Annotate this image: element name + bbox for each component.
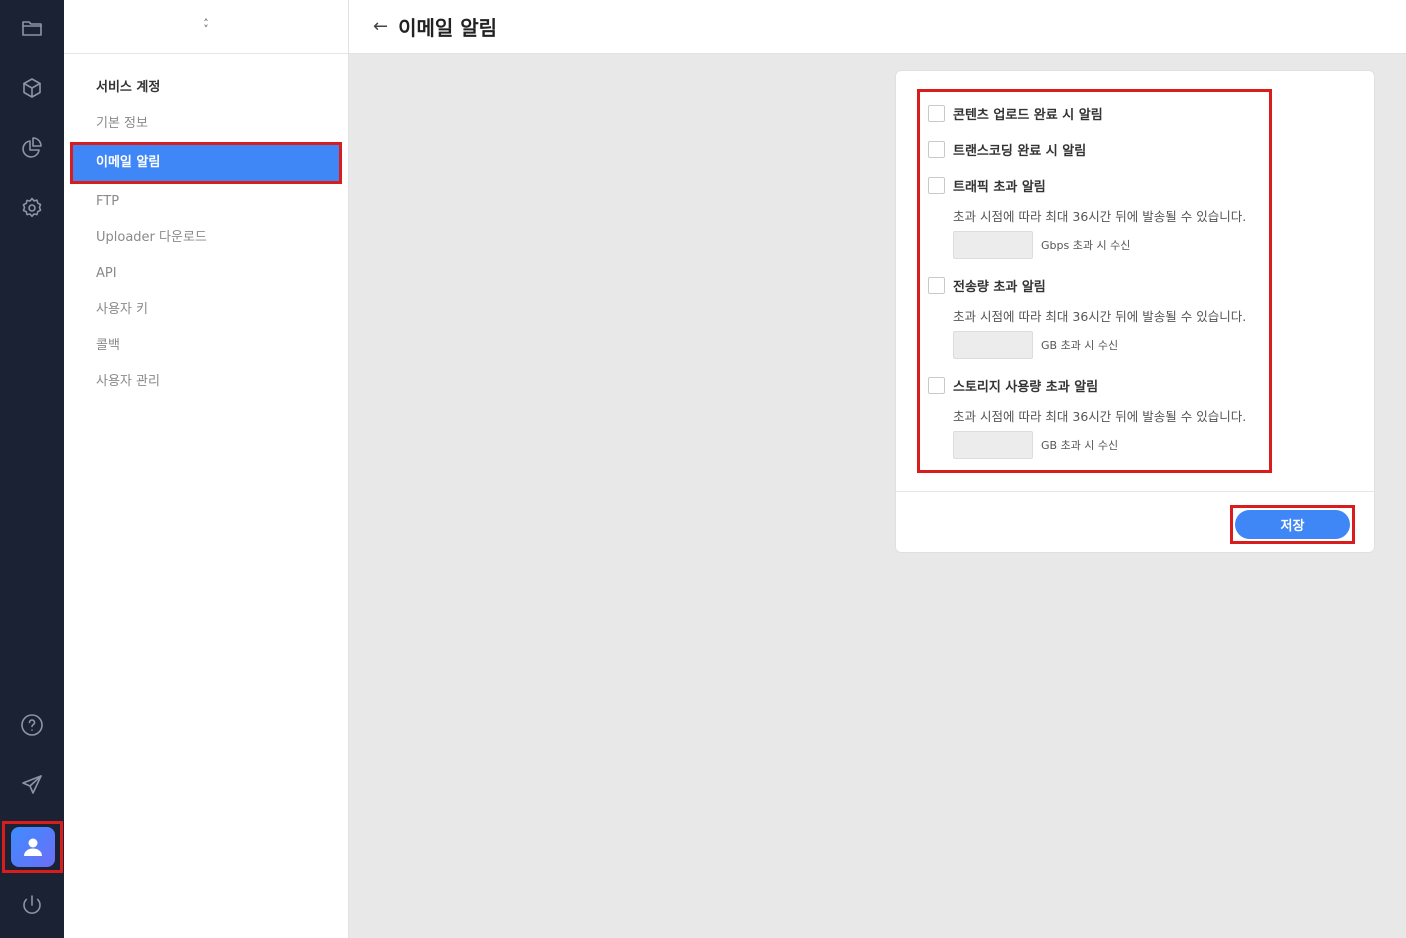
gear-icon[interactable] (12, 188, 52, 228)
transfer-unit-label: GB 초과 시 수신 (1041, 339, 1119, 352)
upload-complete-checkbox[interactable] (928, 105, 945, 122)
transfer-checkbox[interactable] (928, 277, 945, 294)
traffic-threshold-input[interactable] (953, 231, 1033, 259)
transfer-threshold: GB 초과 시 수신 (953, 331, 1118, 359)
nav-item-api[interactable]: API (64, 256, 348, 292)
save-button[interactable]: 저장 (1235, 510, 1350, 539)
transfer-description: 초과 시점에 따라 최대 36시간 뒤에 발송될 수 있습니다. (953, 309, 1247, 324)
cube-icon[interactable] (12, 68, 52, 108)
nav-item-basic-info[interactable]: 기본 정보 (64, 106, 348, 142)
storage-threshold: GB 초과 시 수신 (953, 431, 1118, 459)
account-switcher[interactable]: ˄ ˅ (64, 0, 348, 54)
user-avatar-icon (10, 827, 55, 867)
option-transcoding-complete: 트랜스코딩 완료 시 알림 (928, 140, 1086, 159)
traffic-label: 트래픽 초과 알림 (953, 180, 1046, 195)
nav-item-ftp[interactable]: FTP (64, 184, 348, 220)
option-storage: 스토리지 사용량 초과 알림 (928, 376, 1098, 395)
arrow-left-icon[interactable]: ← (373, 16, 388, 37)
settings-nav: 서비스 계정 기본 정보 이메일 알림 FTP Uploader 다운로드 AP… (64, 54, 348, 400)
card-divider (896, 491, 1374, 492)
traffic-threshold: Gbps 초과 시 수신 (953, 231, 1130, 259)
storage-label: 스토리지 사용량 초과 알림 (953, 380, 1099, 395)
option-transfer: 전송량 초과 알림 (928, 276, 1046, 295)
nav-item-user-key[interactable]: 사용자 키 (64, 292, 348, 328)
nav-item-uploader-download[interactable]: Uploader 다운로드 (64, 220, 348, 256)
save-button-wrapper: 저장 (1230, 505, 1355, 544)
storage-unit-label: GB 초과 시 수신 (1041, 439, 1119, 452)
upload-complete-label: 콘텐츠 업로드 완료 시 알림 (953, 108, 1103, 123)
storage-description: 초과 시점에 따라 최대 36시간 뒤에 발송될 수 있습니다. (953, 409, 1247, 424)
chevron-updown-icon[interactable]: ˄ ˅ (203, 18, 209, 35)
transfer-threshold-input[interactable] (953, 331, 1033, 359)
settings-sidebar: ˄ ˅ 서비스 계정 기본 정보 이메일 알림 FTP Uploader 다운로드… (64, 0, 349, 938)
pie-chart-icon[interactable] (12, 128, 52, 168)
storage-threshold-input[interactable] (953, 431, 1033, 459)
profile-button[interactable] (2, 821, 63, 873)
power-icon[interactable] (12, 885, 52, 925)
nav-item-user-management[interactable]: 사용자 관리 (64, 364, 348, 400)
nav-item-email-alerts[interactable]: 이메일 알림 (70, 142, 342, 184)
transcoding-complete-checkbox[interactable] (928, 141, 945, 158)
folder-icon[interactable] (12, 8, 52, 48)
send-icon[interactable] (12, 765, 52, 805)
transfer-label: 전송량 초과 알림 (953, 280, 1046, 295)
page-header: ← 이메일 알림 (349, 0, 1406, 54)
traffic-checkbox[interactable] (928, 177, 945, 194)
transcoding-complete-label: 트랜스코딩 완료 시 알림 (953, 144, 1087, 159)
section-service-account: 서비스 계정 (96, 80, 161, 95)
storage-checkbox[interactable] (928, 377, 945, 394)
option-traffic: 트래픽 초과 알림 (928, 176, 1046, 195)
help-icon[interactable] (12, 705, 52, 745)
page-title: 이메일 알림 (398, 16, 498, 40)
traffic-description: 초과 시점에 따라 최대 36시간 뒤에 발송될 수 있습니다. (953, 209, 1247, 224)
nav-item-callback[interactable]: 콜백 (64, 328, 348, 364)
alert-options: 콘텐츠 업로드 완료 시 알림 트랜스코딩 완료 시 알림 트래픽 초과 알림 … (917, 89, 1272, 473)
email-alert-card: 콘텐츠 업로드 완료 시 알림 트랜스코딩 완료 시 알림 트래픽 초과 알림 … (895, 70, 1375, 553)
option-upload-complete: 콘텐츠 업로드 완료 시 알림 (928, 104, 1103, 123)
icon-rail (0, 0, 64, 938)
traffic-unit-label: Gbps 초과 시 수신 (1041, 239, 1131, 252)
